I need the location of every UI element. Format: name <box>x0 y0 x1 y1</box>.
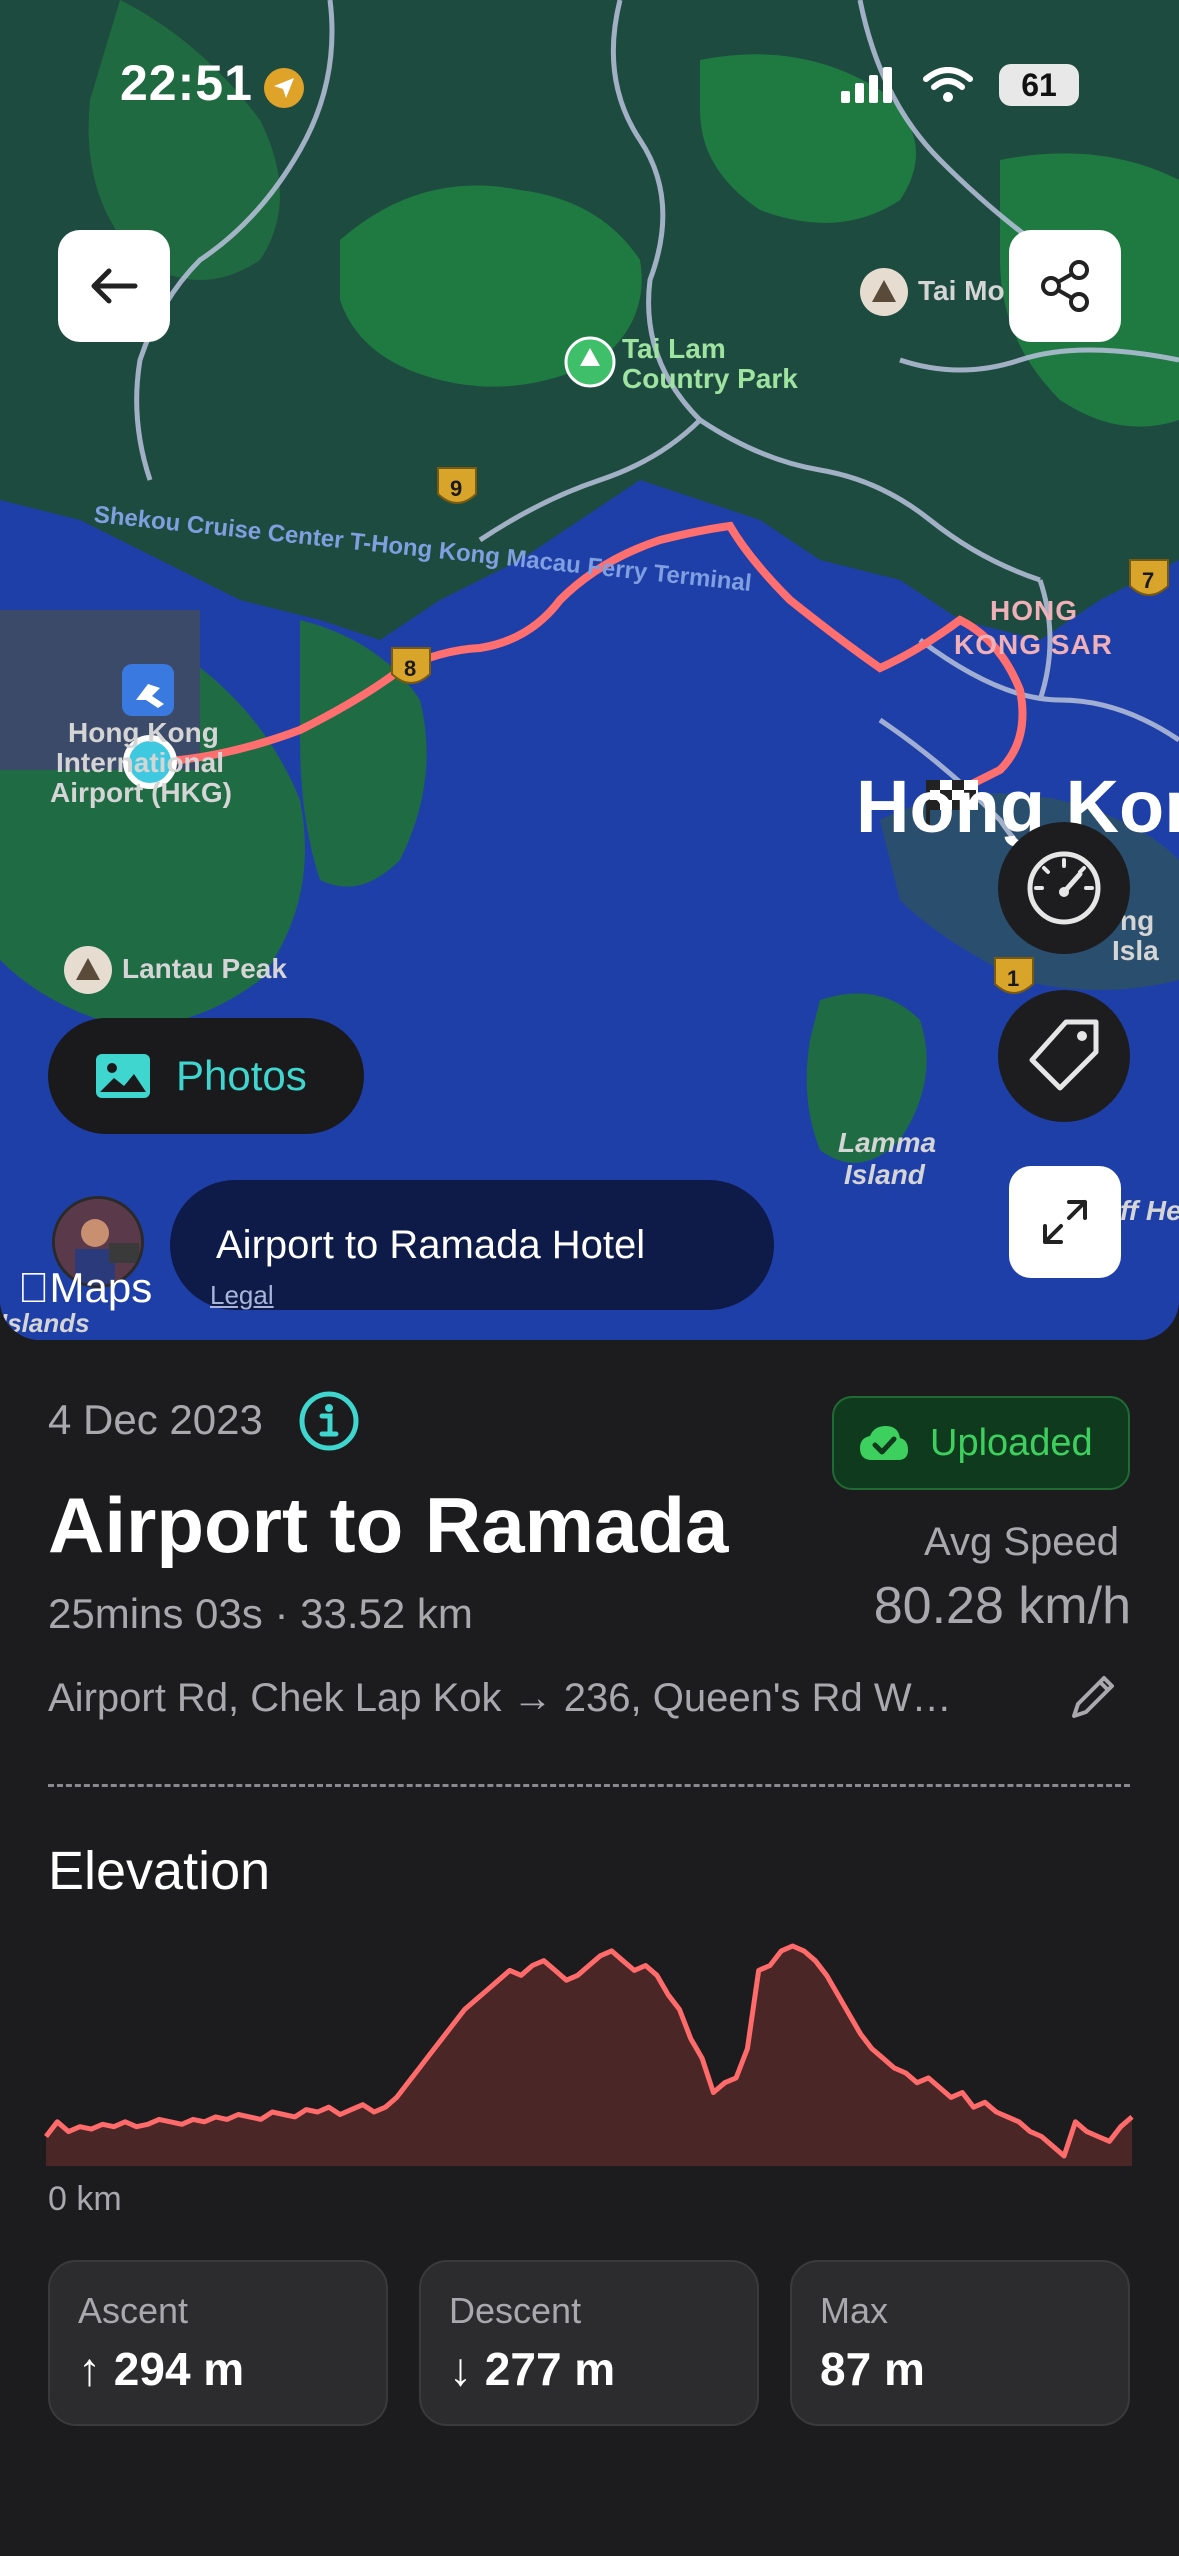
speed-overlay-button[interactable] <box>998 822 1130 954</box>
photos-button[interactable]: Photos <box>48 1018 364 1134</box>
map-terrain <box>0 0 1179 1340</box>
avg-speed-label: Avg Speed <box>924 1520 1119 1564</box>
descent-card: Descent ↓ 277 m <box>419 2260 759 2426</box>
status-time: 22:51 <box>120 55 253 111</box>
map-label-tai-lam-1: Tai Lam <box>622 333 726 364</box>
photo-icon <box>96 1054 150 1098</box>
route-map[interactable]: Tai Mo Tai Lam Country Park Shekou Cruis… <box>0 0 1179 1340</box>
map-label-tai-mo: Tai Mo <box>918 275 1005 306</box>
ascent-value: ↑ 294 m <box>78 2343 245 2395</box>
map-label-islands: Islands <box>0 1308 90 1338</box>
map-label-hk-sar-2: KONG SAR <box>954 629 1113 660</box>
speedometer-icon <box>1027 851 1101 925</box>
trip-date: 4 Dec 2023 <box>48 1396 263 1443</box>
upload-status-label: Uploaded <box>930 1421 1093 1464</box>
elevation-area <box>46 1946 1132 2166</box>
trip-route-addresses: Airport Rd, Chek Lap Kok → 236, Queen's … <box>48 1676 952 1720</box>
share-button[interactable] <box>1009 230 1121 342</box>
info-icon[interactable] <box>298 1390 360 1457</box>
map-label-lamma-1: Lamma <box>838 1127 937 1158</box>
pencil-icon[interactable] <box>1066 1670 1120 1729</box>
map-label-airport-1: Hong Kong <box>68 717 219 748</box>
share-icon <box>1041 260 1089 312</box>
status-bar: 22:51 61 <box>0 0 1179 170</box>
max-card: Max 87 m <box>790 2260 1130 2426</box>
map-label-off-he: ff He <box>1120 1195 1179 1226</box>
photos-label: Photos <box>176 1052 307 1099</box>
elevation-chart <box>44 1943 1134 2166</box>
route-shield-7: 7 <box>1142 568 1155 593</box>
arrow-left-icon <box>91 268 138 304</box>
map-label-tai-lam-2: Country Park <box>622 363 798 394</box>
elevation-axis-start: 0 km <box>48 2180 122 2218</box>
ascent-label: Ascent <box>78 2290 189 2331</box>
map-label-airport-2: International <box>56 747 225 778</box>
cloud-check-icon <box>860 1426 908 1460</box>
tag-button[interactable] <box>998 990 1130 1122</box>
route-shield-1: 1 <box>1007 966 1020 991</box>
max-elevation-value: 87 m <box>820 2343 925 2395</box>
section-divider <box>48 1784 1130 1787</box>
trip-duration-distance: 25mins 03s · 33.52 km <box>48 1590 473 1637</box>
elevation-title: Elevation <box>48 1841 271 1901</box>
descent-label: Descent <box>449 2290 582 2331</box>
route-shield-9: 9 <box>450 476 463 501</box>
trip-title-pill-label: Airport to Ramada Hotel <box>216 1222 646 1267</box>
map-label-hong-kong: Hong Kong <box>856 765 1179 848</box>
map-label-airport-3: Airport (HKG) <box>50 777 232 808</box>
route-shield-8: 8 <box>404 656 417 681</box>
expand-map-button[interactable] <box>1009 1166 1121 1278</box>
map-label-lantau-peak: Lantau Peak <box>122 953 287 984</box>
tag-icon <box>1029 1019 1099 1091</box>
map-label-hk-sar-1: HONG <box>990 595 1078 626</box>
battery-indicator: 61 <box>999 64 1079 106</box>
wifi-icon <box>923 67 973 102</box>
map-label-lamma-2: Island <box>844 1159 925 1190</box>
upload-status-badge: Uploaded <box>832 1396 1130 1490</box>
max-elevation-label: Max <box>820 2290 889 2331</box>
location-arrow-icon <box>262 66 306 115</box>
legal-link[interactable]: Legal <box>210 1280 274 1311</box>
cellular-icon <box>841 67 892 103</box>
map-label-island-2: Isla <box>1112 935 1159 966</box>
apple-logo-icon:  <box>18 1264 50 1311</box>
descent-value: ↓ 277 m <box>449 2343 616 2395</box>
status-icons: 61 <box>839 64 1079 106</box>
back-button[interactable] <box>58 230 170 342</box>
avg-speed-value: 80.28 km/h <box>873 1577 1131 1635</box>
apple-maps-logo: Maps <box>18 1264 152 1311</box>
ascent-card: Ascent ↑ 294 m <box>48 2260 388 2426</box>
expand-icon <box>1043 1200 1087 1244</box>
trip-title: Airport to Ramada <box>48 1481 729 1569</box>
